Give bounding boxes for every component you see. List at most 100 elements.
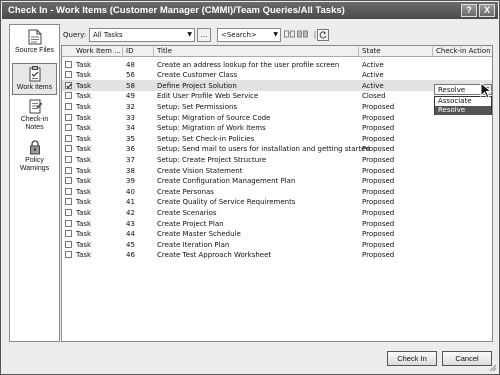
- table-row[interactable]: Task 42 Create Scenarios Proposed: [62, 207, 492, 218]
- row-checkbox[interactable]: [65, 198, 72, 206]
- cell-state: Proposed: [362, 187, 395, 196]
- cell-id: 48: [126, 60, 135, 69]
- sidebar-item-source-files[interactable]: Source Files: [12, 29, 57, 61]
- table-row[interactable]: Task 37 Setup: Create Project Structure Pro…: [62, 154, 492, 165]
- table-row[interactable]: Task 34 Setup: Migration of Work Items Prop…: [62, 123, 492, 134]
- column-divider: [358, 47, 359, 56]
- row-checkbox[interactable]: [65, 208, 72, 216]
- cell-work-item-type: Task: [76, 124, 92, 133]
- table-row[interactable]: Task 44 Create Master Schedule Proposed: [62, 229, 492, 240]
- row-checkbox[interactable]: [65, 177, 72, 185]
- table-row[interactable]: Task 40 Create Personas Proposed: [62, 186, 492, 197]
- sidebar-item-policy-warnings[interactable]: Policy Warnings: [12, 139, 57, 175]
- cell-state: Proposed: [362, 102, 395, 111]
- check-in-button[interactable]: Check In: [387, 351, 437, 366]
- table-row[interactable]: Task 43 Create Project Plan Proposed: [62, 218, 492, 229]
- table-row[interactable]: Task 49 Edit User Profile Web Service Close…: [62, 91, 492, 102]
- column-header-id[interactable]: ID: [126, 47, 133, 55]
- sidebar-item-label: Source Files: [15, 47, 54, 54]
- sidebar-item-work-items[interactable]: Work Items: [12, 63, 57, 95]
- row-checkbox[interactable]: [65, 187, 72, 195]
- row-checkbox[interactable]: [65, 219, 72, 227]
- table-row[interactable]: Task 35 Setup: Set Check-in Policies Propos…: [62, 133, 492, 144]
- find-icon[interactable]: [283, 29, 295, 41]
- table-row[interactable]: Task 58 Define Project Solution Active: [62, 80, 492, 91]
- row-checkbox[interactable]: [65, 251, 72, 259]
- cell-state: Proposed: [362, 166, 395, 175]
- column-header-title[interactable]: Title: [157, 47, 172, 55]
- cell-id: 37: [126, 155, 135, 164]
- table-row[interactable]: Task 48 Create an address lookup for the u…: [62, 59, 492, 70]
- row-checkbox[interactable]: [65, 166, 72, 174]
- cell-work-item-type: Task: [76, 145, 92, 154]
- policy-warnings-icon: [29, 140, 40, 155]
- row-checkbox[interactable]: [65, 240, 72, 248]
- cell-work-item-type: Task: [76, 155, 92, 164]
- resize-grip-icon[interactable]: [489, 364, 497, 372]
- check-in-dialog: Check In - Work Items (Customer Manager …: [0, 0, 500, 375]
- table-row[interactable]: Task 36 Setup: Send mail to users for inst…: [62, 144, 492, 155]
- cancel-button[interactable]: Cancel: [442, 351, 492, 366]
- cell-state: Proposed: [362, 113, 395, 122]
- cell-id: 44: [126, 230, 135, 239]
- table-row[interactable]: Task 46 Create Test Approach Worksheet Prop…: [62, 250, 492, 261]
- cell-state: Active: [362, 71, 384, 80]
- column-header-state[interactable]: State: [362, 47, 381, 55]
- cell-title: Create Project Plan: [157, 219, 224, 228]
- cell-state: Closed: [362, 92, 386, 101]
- row-checkbox[interactable]: [65, 145, 72, 153]
- refresh-icon[interactable]: [317, 29, 329, 41]
- cell-work-item-type: Task: [76, 102, 92, 111]
- cell-title: Create an address lookup for the user pr…: [157, 60, 340, 69]
- cell-title: Create Configuration Management Plan: [157, 177, 296, 186]
- table-row[interactable]: Task 33 Setup: Migration of Source Code Pro…: [62, 112, 492, 123]
- cell-id: 45: [126, 240, 135, 249]
- table-row[interactable]: Task 56 Create Customer Class Active: [62, 70, 492, 81]
- checkmark-icon: [66, 83, 72, 89]
- cell-title: Create Iteration Plan: [157, 240, 230, 249]
- cell-title: Setup: Set Check-in Policies: [157, 134, 255, 143]
- cell-id: 34: [126, 124, 135, 133]
- cell-title: Create Personas: [157, 187, 214, 196]
- search-select[interactable]: <Search> ▼: [217, 28, 281, 42]
- cell-state: Proposed: [362, 208, 395, 217]
- cell-state: Proposed: [362, 177, 395, 186]
- cell-id: 36: [126, 145, 135, 154]
- column-header-check-in-action[interactable]: Check-in Action: [436, 47, 491, 55]
- row-checkbox[interactable]: [65, 71, 72, 79]
- query-value: All Tasks: [93, 31, 123, 39]
- cell-title: Create Test Approach Worksheet: [157, 251, 272, 260]
- row-checkbox[interactable]: [65, 155, 72, 163]
- dropdown-option-resolve[interactable]: Resolve: [435, 106, 491, 115]
- table-row[interactable]: Task 39 Create Configuration Management Pl…: [62, 176, 492, 187]
- sidebar-item-check-in-notes[interactable]: Check-in Notes: [12, 98, 57, 134]
- browse-query-button[interactable]: ...: [197, 28, 211, 42]
- close-button[interactable]: X: [479, 4, 495, 17]
- find-next-icon[interactable]: [296, 29, 308, 41]
- cell-work-item-type: Task: [76, 166, 92, 175]
- cell-state: Proposed: [362, 145, 395, 154]
- row-checkbox[interactable]: [65, 134, 72, 142]
- column-divider: [122, 47, 123, 56]
- column-header-work-item[interactable]: Work Item ...: [76, 47, 121, 55]
- chevron-down-icon: ▼: [187, 31, 192, 38]
- row-checkbox[interactable]: [65, 230, 72, 238]
- cell-state: Active: [362, 81, 384, 90]
- row-checkbox[interactable]: [65, 92, 72, 100]
- cell-id: 35: [126, 134, 135, 143]
- row-checkbox[interactable]: [65, 124, 72, 132]
- help-button[interactable]: ?: [461, 4, 477, 17]
- cell-work-item-type: Task: [76, 113, 92, 122]
- table-row[interactable]: Task 41 Create Quality of Service Requirem…: [62, 197, 492, 208]
- table-row[interactable]: Task 32 Setup: Set Permissions Proposed: [62, 101, 492, 112]
- mouse-cursor-icon: [480, 82, 493, 99]
- table-row[interactable]: Task 45 Create Iteration Plan Proposed: [62, 239, 492, 250]
- row-checkbox[interactable]: [65, 113, 72, 121]
- table-row[interactable]: Task 38 Create Vision Statement Proposed: [62, 165, 492, 176]
- row-checkbox[interactable]: [65, 102, 72, 110]
- cell-title: Setup: Create Project Structure: [157, 155, 267, 164]
- row-checkbox[interactable]: [65, 81, 72, 89]
- query-select[interactable]: All Tasks ▼: [89, 28, 195, 42]
- cell-title: Setup: Migration of Source Code: [157, 113, 271, 122]
- row-checkbox[interactable]: [65, 60, 72, 68]
